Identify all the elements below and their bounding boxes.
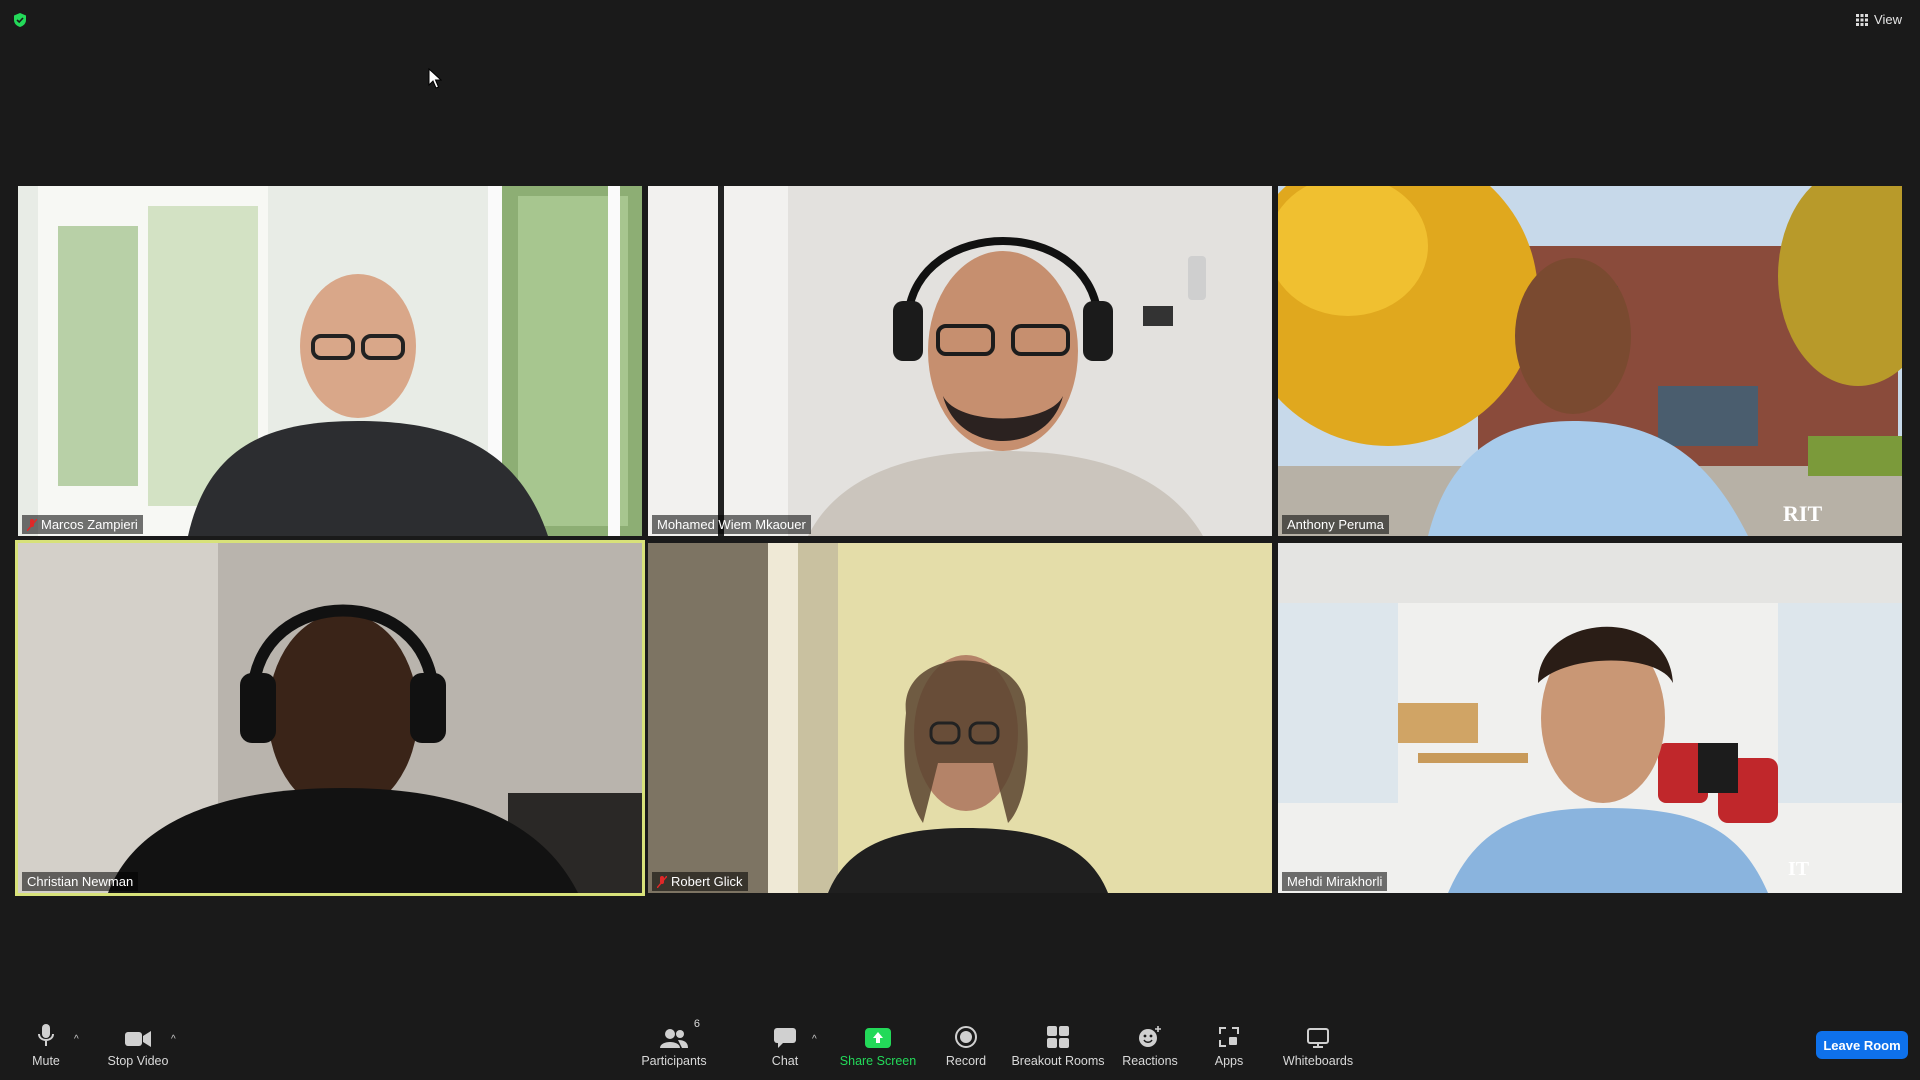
- participants-icon: [660, 1029, 688, 1048]
- share-screen-icon: [865, 1028, 891, 1048]
- video-options-caret[interactable]: ^: [171, 1034, 176, 1045]
- meeting-controls-toolbar: Mute ^ Stop Video ^ 6 Participants Chat …: [0, 1010, 1920, 1080]
- participants-count: 6: [693, 1018, 700, 1030]
- participant-name-tag: Robert Glick: [652, 872, 748, 891]
- reactions-icon: [1139, 1026, 1161, 1047]
- view-label: View: [1874, 12, 1902, 27]
- video-gallery: Marcos Zampieri Mohamed Wiem Mkaouer RIT…: [15, 186, 1902, 897]
- participant-name-tag: Christian Newman: [22, 872, 139, 891]
- svg-text:RIT: RIT: [1783, 501, 1822, 526]
- participant-name-tag: Mehdi Mirakhorli: [1282, 872, 1388, 891]
- participant-name-tag: Anthony Peruma: [1282, 515, 1389, 534]
- mouse-pointer-icon: [428, 68, 442, 89]
- meeting-top-bar: View: [0, 0, 1920, 40]
- participant-video: [648, 186, 1272, 536]
- video-tile[interactable]: Mohamed Wiem Mkaouer: [648, 186, 1272, 536]
- whiteboard-icon: [1307, 1028, 1329, 1048]
- reactions-button[interactable]: Reactions: [1120, 1010, 1180, 1080]
- mute-button[interactable]: Mute: [20, 1010, 72, 1080]
- apps-button[interactable]: Apps: [1204, 1010, 1254, 1080]
- video-tile[interactable]: IT Mehdi Mirakhorli: [1278, 543, 1902, 893]
- record-button[interactable]: Record: [940, 1010, 992, 1080]
- leave-room-button[interactable]: Leave Room: [1816, 1031, 1908, 1059]
- record-icon: [955, 1026, 977, 1048]
- participant-video: RIT: [1278, 186, 1902, 536]
- microphone-icon: [38, 1024, 54, 1046]
- view-button[interactable]: View: [1852, 10, 1906, 29]
- apps-icon: [1219, 1027, 1239, 1047]
- share-screen-button[interactable]: Share Screen: [838, 1010, 918, 1080]
- breakout-rooms-button[interactable]: Breakout Rooms: [1011, 1010, 1105, 1080]
- video-tile[interactable]: Robert Glick: [648, 543, 1272, 893]
- svg-text:IT: IT: [1788, 858, 1810, 880]
- grid-view-icon: [1856, 13, 1869, 26]
- video-tile[interactable]: Marcos Zampieri: [18, 186, 642, 536]
- muted-microphone-icon: [27, 518, 37, 531]
- chat-button[interactable]: Chat: [760, 1010, 810, 1080]
- whiteboards-button[interactable]: Whiteboards: [1278, 1010, 1358, 1080]
- participants-button[interactable]: 6 Participants: [638, 1010, 710, 1080]
- participant-name-tag: Marcos Zampieri: [22, 515, 143, 534]
- participant-video: [18, 186, 642, 536]
- participant-video: [648, 543, 1272, 893]
- participant-name-tag: Mohamed Wiem Mkaouer: [652, 515, 811, 534]
- video-tile-active-speaker[interactable]: Christian Newman: [15, 540, 645, 896]
- video-tile[interactable]: RIT Anthony Peruma: [1278, 186, 1902, 536]
- participant-video: IT: [1278, 543, 1902, 893]
- shield-icon[interactable]: [12, 12, 28, 28]
- participant-video: [18, 543, 642, 893]
- audio-options-caret[interactable]: ^: [74, 1034, 79, 1045]
- video-camera-icon: [125, 1031, 151, 1047]
- stop-video-button[interactable]: Stop Video: [100, 1010, 176, 1080]
- muted-microphone-icon: [657, 875, 667, 888]
- chat-icon: [774, 1028, 796, 1048]
- chat-options-caret[interactable]: ^: [812, 1034, 817, 1045]
- breakout-rooms-icon: [1047, 1026, 1069, 1048]
